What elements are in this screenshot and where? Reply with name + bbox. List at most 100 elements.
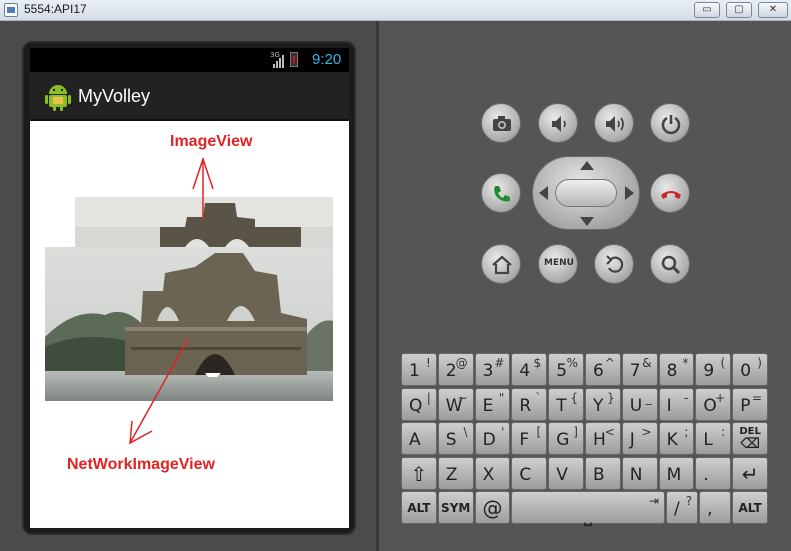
- key-0[interactable]: 0): [732, 353, 768, 386]
- tab-icon: ⇥: [648, 494, 659, 508]
- backspace-icon: ⌫: [740, 436, 760, 452]
- key-6[interactable]: 6 ^: [585, 353, 621, 386]
- end-call-button[interactable]: [650, 173, 690, 213]
- minimize-button[interactable]: ▭: [694, 2, 720, 18]
- key-alt-label: @: [455, 356, 468, 370]
- key-label: 4: [519, 361, 531, 381]
- close-button[interactable]: ✕: [758, 2, 788, 18]
- dpad-center-button[interactable]: [555, 179, 617, 207]
- dpad-down-icon[interactable]: [580, 217, 594, 226]
- dpad[interactable]: [532, 156, 640, 230]
- key-alt-label: _: [645, 390, 652, 405]
- home-button[interactable]: [481, 244, 521, 284]
- dpad-left-icon[interactable]: [539, 186, 548, 200]
- key-c[interactable]: C: [511, 456, 548, 490]
- volume-up-button[interactable]: [594, 103, 634, 143]
- key-4[interactable]: 4 $: [511, 353, 548, 386]
- key-k[interactable]: K;: [658, 422, 695, 455]
- key-label: I: [666, 395, 672, 416]
- key-y[interactable]: Y}: [585, 387, 621, 421]
- camera-button[interactable]: [481, 103, 521, 143]
- volume-up-icon: [606, 116, 624, 132]
- key-label: 5: [556, 361, 568, 381]
- key-x[interactable]: X: [474, 456, 511, 490]
- window-titlebar: 5554:API17 ▭ ▢ ✕: [0, 0, 791, 21]
- key-3[interactable]: 3 #: [474, 353, 511, 386]
- dpad-right-icon[interactable]: [625, 186, 634, 200]
- image-view-annotation: ImageView: [170, 133, 253, 150]
- key-5[interactable]: 5%: [548, 353, 584, 386]
- status-clock: 9:20: [312, 51, 342, 68]
- menu-button[interactable]: MENU: [538, 244, 578, 284]
- key-alt-label: ^: [604, 356, 615, 370]
- sym-key[interactable]: SYM: [437, 491, 474, 524]
- key-v[interactable]: V: [548, 456, 584, 490]
- key-alt-label: ': [501, 425, 505, 439]
- key-h[interactable]: H <: [585, 422, 621, 455]
- enter-key[interactable]: ↵: [732, 456, 768, 490]
- at-key-label: @: [482, 496, 503, 520]
- slash-key[interactable]: /?: [665, 491, 699, 524]
- sym-key-label: SYM: [441, 501, 471, 515]
- key-1[interactable]: 1!: [401, 353, 437, 386]
- android-status-bar: 3G 9:20: [30, 48, 349, 72]
- key-u[interactable]: U _: [621, 387, 658, 421]
- key-alt-label: #: [494, 356, 505, 370]
- comma-key[interactable]: ,: [699, 491, 732, 524]
- delete-key[interactable]: DEL ⌫: [732, 422, 768, 455]
- key-label: Q: [409, 395, 423, 416]
- key-7[interactable]: 7 &: [621, 353, 658, 386]
- back-icon: [606, 255, 624, 273]
- key-alt-label: |: [426, 390, 431, 405]
- key-m[interactable]: M: [658, 456, 695, 490]
- key-8[interactable]: 8 *: [658, 353, 695, 386]
- call-icon: [494, 186, 510, 202]
- key-f[interactable]: F[: [511, 422, 548, 455]
- dpad-up-icon[interactable]: [580, 161, 594, 170]
- key-j[interactable]: J >: [621, 422, 658, 455]
- alt-key-left[interactable]: ALT: [401, 491, 437, 524]
- key-p[interactable]: P =: [732, 387, 768, 421]
- key-9[interactable]: 9(: [695, 353, 732, 386]
- key-d[interactable]: D ': [474, 422, 511, 455]
- key-s[interactable]: S \: [437, 422, 474, 455]
- key-i[interactable]: I-: [658, 387, 695, 421]
- key-w[interactable]: W ~: [437, 387, 474, 421]
- back-button[interactable]: [594, 244, 634, 284]
- power-button[interactable]: [650, 103, 690, 143]
- key-alt-label: >: [641, 425, 652, 439]
- key-label: J: [629, 430, 635, 450]
- key-label: T: [556, 395, 567, 416]
- key-t[interactable]: T{: [548, 387, 584, 421]
- volume-down-button[interactable]: [538, 103, 578, 143]
- image-view-arrowhead: [192, 156, 214, 190]
- key-label: A: [409, 430, 421, 450]
- key-label: 8: [666, 361, 678, 381]
- key-label: Y: [593, 395, 604, 416]
- alt-key-right[interactable]: ALT: [732, 491, 768, 524]
- key-g[interactable]: G]: [548, 422, 584, 455]
- enter-icon: ↵: [741, 461, 759, 486]
- shift-key[interactable]: ⇧: [401, 456, 437, 490]
- emulator-keyboard: 1! 2 @3 #4 $5% 6 ^ 7 & 8 * 9(0) Q | W ~ E " R ` T{Y} U _ I - O + P =…: [401, 353, 771, 535]
- key-b[interactable]: B: [585, 456, 621, 490]
- key-a[interactable]: A: [401, 422, 437, 455]
- key-r[interactable]: R `: [511, 387, 548, 421]
- key-l[interactable]: L:: [695, 422, 732, 455]
- key-period[interactable]: .: [695, 456, 732, 490]
- call-button[interactable]: [481, 173, 521, 213]
- space-key[interactable]: ⎵ ⇥: [511, 491, 665, 526]
- key-o[interactable]: O +: [695, 387, 732, 421]
- key-z[interactable]: Z: [437, 456, 474, 490]
- key-q[interactable]: Q |: [401, 387, 437, 421]
- key-n[interactable]: N: [621, 456, 658, 490]
- maximize-button[interactable]: ▢: [726, 2, 752, 18]
- key-e[interactable]: E ": [474, 387, 511, 421]
- key-alt-label: `: [535, 390, 542, 405]
- key-alt-label: {: [570, 390, 578, 405]
- at-key[interactable]: @: [474, 491, 511, 524]
- search-button[interactable]: [650, 244, 690, 284]
- key-2[interactable]: 2 @: [437, 353, 474, 386]
- camera-icon: [493, 116, 511, 131]
- key-alt-label: +: [715, 390, 726, 405]
